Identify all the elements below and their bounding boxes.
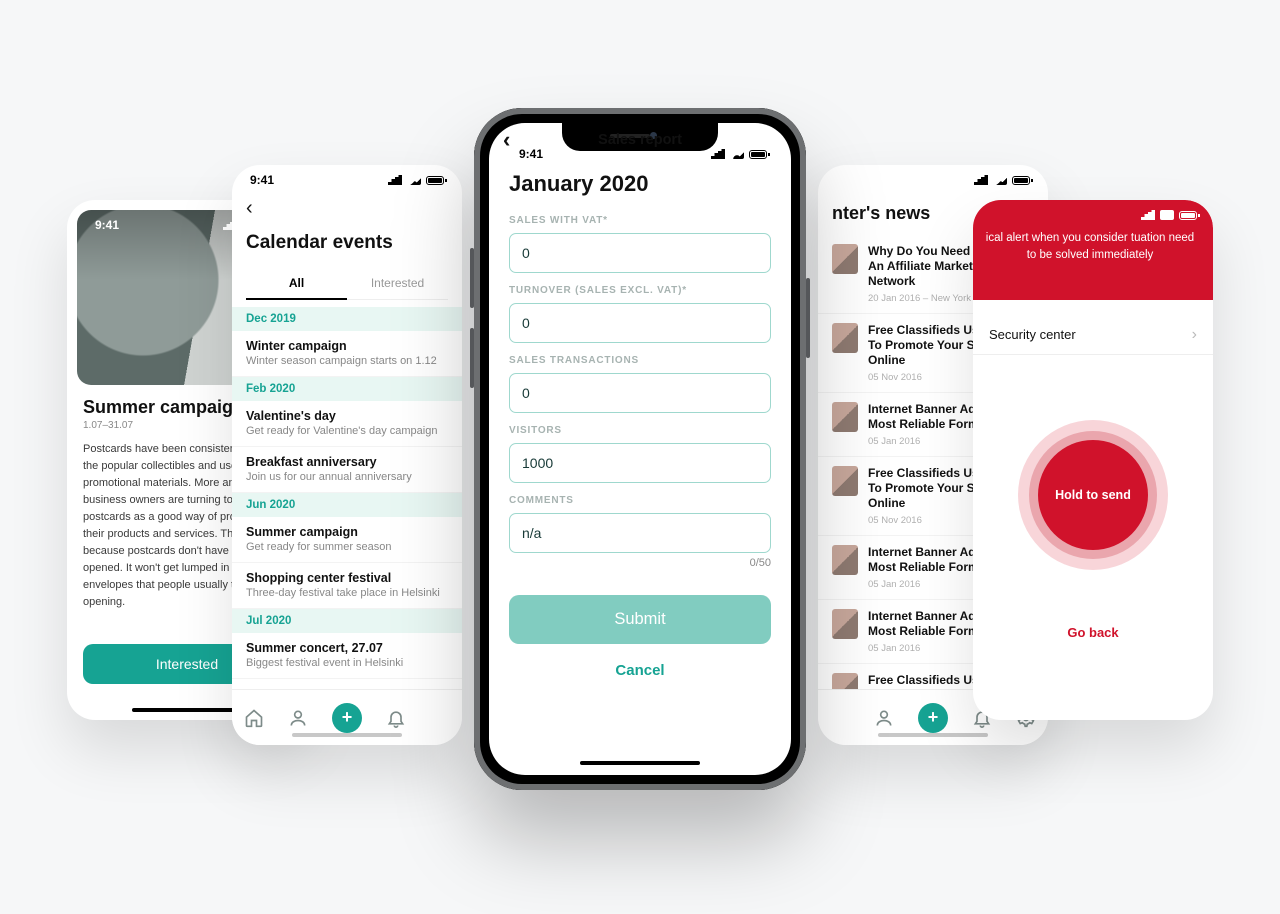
news-thumb [832, 402, 858, 432]
event-subtitle: Biggest festival event in Helsinki [246, 657, 448, 669]
label-comments: COMMENTS [509, 495, 771, 506]
news-thumb [832, 323, 858, 353]
news-thumb [832, 673, 858, 689]
alert-text: ical alert when you consider tuation nee… [986, 232, 1194, 261]
input-comments[interactable] [509, 513, 771, 553]
section-header: Feb 2020 [232, 377, 462, 401]
event-title: Shopping center festival [246, 571, 448, 585]
label-visitors: VISITORS [509, 425, 771, 436]
profile-icon[interactable] [288, 708, 308, 728]
news-thumb [832, 609, 858, 639]
emergency-card: ical alert when you consider tuation nee… [973, 200, 1213, 720]
clock: 9:41 [250, 173, 274, 187]
add-button[interactable]: + [918, 703, 948, 733]
cancel-button[interactable]: Cancel [509, 644, 771, 693]
sales-form: January 2020 SALES WITH VAT* TURNOVER (S… [489, 157, 791, 693]
home-indicator [292, 733, 402, 737]
section-header: Dec 2019 [232, 307, 462, 331]
home-icon[interactable] [244, 708, 264, 728]
hold-to-send-button[interactable]: Hold to send [1038, 440, 1148, 550]
label-sales-vat: SALES WITH VAT* [509, 215, 771, 226]
status-bar: 9:41 [232, 165, 462, 195]
security-center-row[interactable]: Security center › [973, 315, 1213, 355]
go-back-button[interactable]: Go back [973, 625, 1213, 640]
home-indicator [878, 733, 988, 737]
tab-all[interactable]: All [246, 268, 347, 300]
back-icon[interactable]: ‹ [246, 193, 448, 230]
event-item[interactable]: Summer concert, 27.07 Biggest festival ev… [232, 633, 462, 679]
home-indicator [580, 761, 700, 765]
event-subtitle: Get ready for summer season [246, 541, 448, 553]
section-header: Jun 2020 [232, 493, 462, 517]
news-thumb [832, 466, 858, 496]
chevron-right-icon: › [1192, 326, 1197, 344]
event-subtitle: Get ready for Valentine's day campaign [246, 425, 448, 437]
status-bar [973, 200, 1213, 230]
phone-screen: 9:41 ‹ Sales report January 2020 SALES W… [489, 123, 791, 775]
event-subtitle: Three-day festival take place in Helsink… [246, 587, 448, 599]
page-title: Sales report [598, 132, 682, 148]
clock: 9:41 [836, 173, 860, 187]
label-turnover: TURNOVER (SALES EXCL. VAT)* [509, 285, 771, 296]
input-turnover[interactable] [509, 303, 771, 343]
status-bar: 9:41 [818, 165, 1048, 195]
event-subtitle: Winter season campaign starts on 1.12 [246, 355, 448, 367]
event-title: Valentine's day [246, 409, 448, 423]
clock: 9:41 [95, 218, 119, 232]
event-subtitle: Join us for our annual anniversary [246, 471, 448, 483]
add-button[interactable]: + [332, 703, 362, 733]
back-icon[interactable]: ‹ [503, 127, 510, 153]
report-month: January 2020 [509, 171, 771, 197]
input-sales-vat[interactable] [509, 233, 771, 273]
label-transactions: SALES TRANSACTIONS [509, 355, 771, 366]
input-transactions[interactable] [509, 373, 771, 413]
profile-icon[interactable] [874, 708, 894, 728]
event-list[interactable]: Dec 2019 Winter campaign Winter season cam… [232, 307, 462, 689]
phone-mockup: 9:41 ‹ Sales report January 2020 SALES W… [474, 108, 806, 790]
event-item[interactable]: Breakfast anniversary Join us for our ann… [232, 447, 462, 493]
tabs: All Interested [246, 268, 448, 300]
submit-button[interactable]: Submit [509, 595, 771, 644]
event-item[interactable]: Shopping center festival Three-day festiv… [232, 563, 462, 609]
event-item[interactable]: Summer campaign Get ready for summer seas… [232, 517, 462, 563]
home-indicator [132, 708, 242, 712]
event-title: Breakfast anniversary [246, 455, 448, 469]
event-title: Summer campaign [246, 525, 448, 539]
event-item[interactable]: Valentine's day Get ready for Valentine's… [232, 401, 462, 447]
news-thumb [832, 545, 858, 575]
news-thumb [832, 244, 858, 274]
hold-button-wrap: Hold to send [973, 420, 1213, 570]
calendar-title: Calendar events [246, 232, 448, 254]
tab-interested[interactable]: Interested [347, 268, 448, 299]
input-visitors[interactable] [509, 443, 771, 483]
top-bar: ‹ Sales report [489, 123, 791, 157]
security-center-label: Security center [989, 327, 1076, 342]
alert-banner: ical alert when you consider tuation nee… [973, 200, 1213, 300]
section-header: Jul 2020 [232, 609, 462, 633]
bell-icon[interactable] [386, 708, 406, 728]
event-item[interactable]: Winter campaign Winter season campaign st… [232, 331, 462, 377]
char-counter: 0/50 [509, 557, 771, 569]
calendar-card: 9:41 ‹ Calendar events All Interested De… [232, 165, 462, 745]
status-icons [1141, 210, 1197, 220]
event-title: Summer concert, 27.07 [246, 641, 448, 655]
event-title: Winter campaign [246, 339, 448, 353]
